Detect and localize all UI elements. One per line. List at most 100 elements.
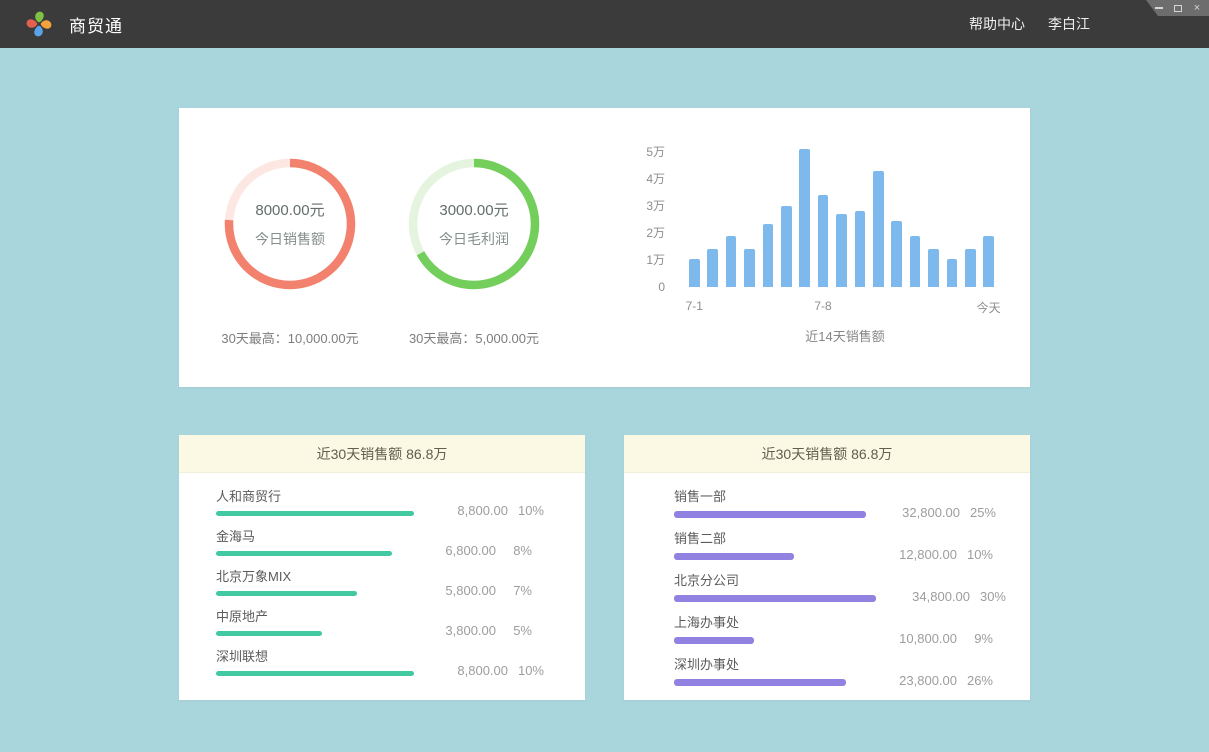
rank-amount: 8,800.00: [430, 503, 508, 518]
bar-plot: 7-17-8今天: [689, 137, 1001, 287]
rank-row: 中原地产 3,800.00 5%: [216, 609, 532, 636]
rank-row-left: 金海马: [216, 529, 418, 556]
rank-row: 人和商贸行 8,800.00 10%: [216, 489, 532, 516]
rank-row: 北京万象MIX 5,800.00 7%: [216, 569, 532, 596]
rank-cards-row: 近30天销售额 86.8万 人和商贸行 8,800.00 10% 金海马 6,8…: [179, 435, 1030, 700]
rank-percent: 25%: [960, 505, 996, 520]
rank-amount: 5,800.00: [418, 583, 496, 598]
rank-row: 销售一部 32,800.00 25%: [674, 489, 993, 518]
rank-amount: 3,800.00: [418, 623, 496, 638]
rank-row: 上海办事处 10,800.00 9%: [674, 615, 993, 644]
chart-bar: [763, 224, 774, 287]
rank-percent: 30%: [970, 589, 1006, 604]
rank-row-values: 8,800.00 10%: [430, 503, 544, 518]
close-button[interactable]: ×: [1192, 2, 1202, 14]
rank-bar: [674, 553, 794, 560]
x-axis-label: 7-1: [686, 299, 703, 313]
gauge-label: 今日毛利润: [439, 229, 509, 249]
rank-bar: [216, 671, 414, 676]
rank-bar: [216, 631, 322, 636]
department-rank-card: 近30天销售额 86.8万 销售一部 32,800.00 25% 销售二部 12…: [624, 435, 1030, 700]
today-profit-gauge: 3000.00元 今日毛利润 30天最高：5,000.00元: [363, 108, 585, 347]
rank-row-left: 北京万象MIX: [216, 569, 418, 596]
rank-name: 北京分公司: [674, 573, 876, 588]
rank-row-left: 深圳办事处: [674, 657, 879, 686]
rank-row-left: 上海办事处: [674, 615, 879, 644]
rank-name: 中原地产: [216, 609, 402, 624]
rank-name: 深圳办事处: [674, 657, 863, 672]
rank-amount: 34,800.00: [892, 589, 970, 604]
chart-bar: [983, 236, 994, 287]
y-axis-tick: 0: [599, 279, 665, 295]
rank-bar: [674, 511, 866, 518]
close-icon: ×: [1194, 3, 1200, 14]
header-nav: 帮助中心 李白江: [969, 14, 1090, 34]
rank-percent: 10%: [957, 547, 993, 562]
chart-bar: [965, 249, 976, 287]
gauge-ring: 8000.00元 今日销售额: [223, 157, 357, 291]
rank-row-left: 人和商贸行: [216, 489, 430, 516]
minimize-button[interactable]: [1154, 2, 1164, 14]
rank-row-left: 北京分公司: [674, 573, 892, 602]
rank-name: 深圳联想: [216, 649, 414, 664]
x-axis-label: 今天: [977, 299, 1001, 316]
minimize-icon: [1155, 7, 1163, 9]
gauge-center: 8000.00元 今日销售额: [223, 157, 357, 291]
rank-list: 人和商贸行 8,800.00 10% 金海马 6,800.00 8% 北京万象M…: [179, 473, 585, 676]
rank-row-left: 销售一部: [674, 489, 882, 518]
rank-amount: 32,800.00: [882, 505, 960, 520]
brand: 商贸通: [22, 8, 123, 40]
rank-bar: [216, 511, 414, 516]
maximize-icon: [1174, 5, 1182, 12]
rank-row-values: 23,800.00 26%: [879, 673, 993, 688]
app-title: 商贸通: [69, 12, 123, 37]
y-axis-tick: 3万: [599, 198, 665, 214]
main-content: 8000.00元 今日销售额 30天最高：10,000.00元 3000.00元…: [179, 48, 1030, 700]
rank-amount: 12,800.00: [879, 547, 957, 562]
rank-percent: 9%: [957, 631, 993, 646]
chart-bar: [744, 249, 755, 287]
chart-bar: [818, 195, 829, 287]
chart-bar: [928, 249, 939, 287]
rank-name: 人和商贸行: [216, 489, 414, 504]
gauge-amount: 3000.00元: [439, 199, 508, 220]
maximize-button[interactable]: [1173, 2, 1183, 14]
gauge-label: 今日销售额: [255, 229, 325, 249]
rank-row: 深圳联想 8,800.00 10%: [216, 649, 532, 676]
today-overview-card: 8000.00元 今日销售额 30天最高：10,000.00元 3000.00元…: [179, 108, 1030, 387]
rank-row-values: 5,800.00 7%: [418, 583, 532, 598]
y-axis-tick: 4万: [599, 171, 665, 187]
user-menu[interactable]: 李白江: [1048, 14, 1090, 34]
chart-bar: [855, 211, 866, 287]
gauge-center: 3000.00元 今日毛利润: [407, 157, 541, 291]
chart-bar: [836, 214, 847, 287]
rank-row-values: 3,800.00 5%: [418, 623, 532, 638]
rank-bar: [216, 551, 392, 556]
rank-name: 北京万象MIX: [216, 569, 402, 584]
rank-row: 金海马 6,800.00 8%: [216, 529, 532, 556]
chart-bar: [781, 206, 792, 287]
x-axis-label: 7-8: [814, 299, 831, 313]
rank-percent: 26%: [957, 673, 993, 688]
rank-amount: 8,800.00: [430, 663, 508, 678]
rank-row: 北京分公司 34,800.00 30%: [674, 573, 993, 602]
y-axis-tick: 1万: [599, 252, 665, 268]
pinwheel-logo-icon: [22, 8, 56, 40]
rank-bar: [674, 595, 876, 602]
chart-bar: [891, 221, 902, 287]
help-center-link[interactable]: 帮助中心: [969, 14, 1025, 34]
window-controls: ×: [1146, 0, 1209, 16]
rank-card-title: 近30天销售额 86.8万: [624, 435, 1030, 473]
rank-percent: 7%: [496, 583, 532, 598]
rank-name: 上海办事处: [674, 615, 863, 630]
rank-percent: 5%: [496, 623, 532, 638]
rank-row-values: 8,800.00 10%: [430, 663, 544, 678]
y-axis-tick: 5万: [599, 144, 665, 160]
rank-row-values: 12,800.00 10%: [879, 547, 993, 562]
rank-amount: 23,800.00: [879, 673, 957, 688]
rank-bar: [216, 591, 357, 596]
rank-row: 深圳办事处 23,800.00 26%: [674, 657, 993, 686]
chart-bar: [707, 249, 718, 287]
y-axis-tick: 2万: [599, 225, 665, 241]
rank-bar: [674, 679, 846, 686]
